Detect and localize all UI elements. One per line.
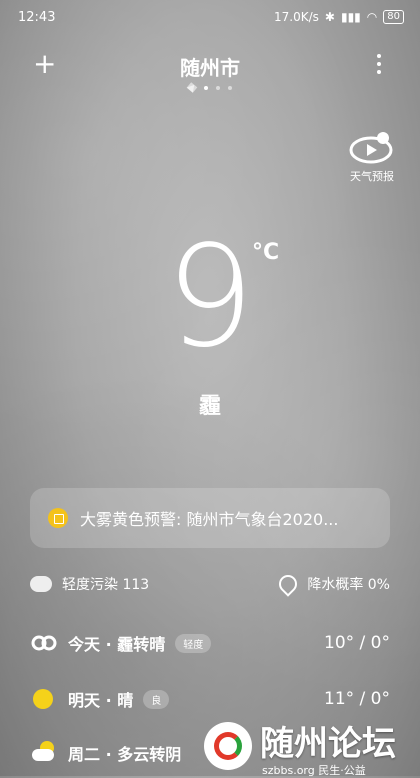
day-temps: 11° / 0° (324, 689, 390, 709)
signal-icon: ▮▮▮ (340, 10, 361, 24)
temperature-value: 9 (165, 216, 255, 379)
day-label: 周二 · 多云转阴 (68, 745, 182, 764)
status-bar: 12:43 17.0K/s ✱ ▮▮▮ ◠ 80 (0, 0, 420, 36)
air-quality-icon (30, 576, 52, 592)
day-temps: 10° / 0° (324, 633, 390, 653)
air-quality[interactable]: 轻度污染 113 (30, 574, 149, 594)
day-label: 今天 · 霾转晴 (68, 635, 166, 654)
raindrop-icon (275, 571, 302, 597)
city-title: 随州市 (180, 56, 240, 80)
forum-logo-icon (204, 722, 252, 770)
info-row: 轻度污染 113 降水概率 0% (30, 571, 390, 600)
header: + 随州市 (0, 48, 420, 84)
sun-icon (30, 685, 58, 713)
battery-icon: 80 (383, 10, 404, 24)
alert-text: 大雾黄色预警: 随州市气象台2020... (80, 510, 339, 529)
page-dot (204, 85, 208, 90)
page-dot (228, 85, 232, 90)
forecast-video-icon (349, 132, 393, 164)
weather-alert-banner[interactable]: 大雾黄色预警: 随州市气象台2020... (30, 488, 390, 548)
day-label: 明天 · 晴 (68, 691, 134, 710)
forum-watermark: 随州论坛 szbbs.org 民生·公益 (204, 712, 420, 777)
aqi-chip: 轻度 (175, 633, 212, 653)
bluetooth-icon: ✱ (324, 10, 335, 24)
status-right: 17.0K/s ✱ ▮▮▮ ◠ 80 (274, 10, 404, 24)
forecast-row-today[interactable]: 今天 · 霾转晴 轻度 10° / 0° (30, 628, 390, 658)
aqi-chip: 良 (143, 689, 170, 709)
precipitation: 降水概率 0% (275, 571, 390, 597)
air-quality-text: 轻度污染 113 (62, 577, 150, 593)
wifi-icon: ◠ (366, 10, 378, 24)
partly-cloudy-icon (30, 739, 58, 767)
precipitation-text: 降水概率 0% (307, 577, 390, 593)
forecast-row-tomorrow[interactable]: 明天 · 晴 良 11° / 0° (30, 684, 390, 714)
forecast-video-label: 天气预报 (350, 170, 394, 183)
temperature-unit: °C (252, 240, 280, 265)
alert-icon (48, 508, 68, 528)
watermark-title: 随州论坛 (260, 724, 396, 764)
page-indicator (0, 82, 420, 93)
network-speed: 17.0K/s (274, 10, 319, 24)
status-time: 12:43 (18, 10, 56, 25)
haze-icon (30, 629, 58, 657)
page-dot (216, 85, 220, 90)
current-condition: 霾 (198, 394, 221, 419)
forecast-video-button[interactable]: 天气预报 (344, 128, 400, 184)
current-temperature: 9 °C (0, 228, 420, 368)
more-menu-button[interactable] (376, 54, 382, 74)
